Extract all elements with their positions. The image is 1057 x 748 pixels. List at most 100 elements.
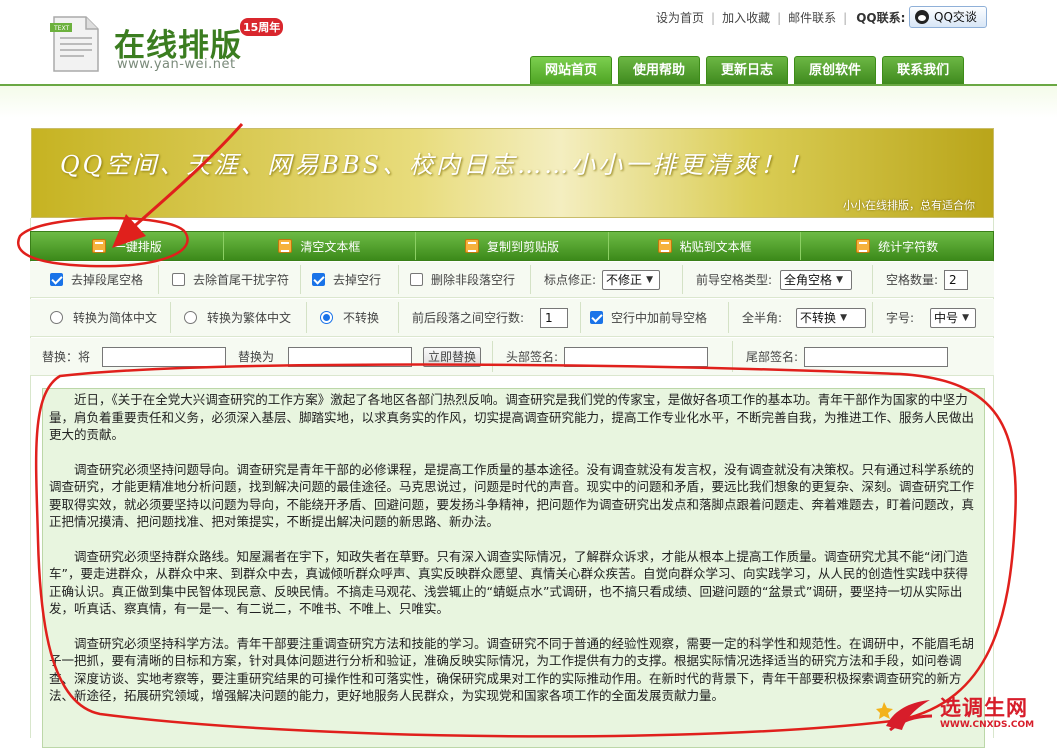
nav-software[interactable]: 原创软件 — [794, 56, 877, 84]
space-count-group: 空格数量: 2 — [886, 262, 969, 297]
watermark-url: WWW.CNXDS.COM — [940, 720, 1035, 730]
width-convert-select[interactable]: 不转换 ▼ — [796, 307, 867, 328]
to-simplified-radio[interactable] — [50, 311, 63, 324]
replace-to-group: 替换为 — [238, 338, 413, 375]
divider — [492, 341, 493, 372]
copy-clipboard-button[interactable]: 复制到剪贴版 — [416, 232, 609, 260]
tail-sign-label: 尾部签名: — [746, 350, 799, 364]
replace-button-wrap: 立即替换 — [423, 338, 482, 375]
divider: | — [777, 11, 782, 25]
trim-head-checkbox[interactable] — [172, 273, 185, 286]
format-icon — [91, 239, 106, 253]
punct-fix-group: 标点修正: 不修正 ▼ — [544, 262, 661, 297]
svg-text:TEXT: TEXT — [53, 25, 69, 32]
set-homepage-link[interactable]: 设为首页 — [656, 11, 704, 25]
no-convert-radio[interactable] — [320, 311, 333, 324]
punct-fix-select[interactable]: 不修正 ▼ — [602, 269, 661, 290]
blank-lines-label: 前后段落之间空行数: — [412, 311, 525, 325]
width-convert-group: 全半角: 不转换 ▼ — [742, 299, 867, 336]
main-nav: 网站首页 使用帮助 更新日志 原创软件 联系我们 — [530, 56, 965, 84]
email-contact-link[interactable]: 邮件联系 — [788, 11, 836, 25]
replace-from-input[interactable] — [102, 346, 227, 367]
replace-to-label: 替换为 — [238, 350, 275, 364]
trim-tail-checkbox[interactable] — [50, 273, 63, 286]
replace-now-button[interactable]: 立即替换 — [423, 346, 482, 367]
clear-textbox-button[interactable]: 清空文本框 — [224, 232, 417, 260]
top-links: 设为首页 | 加入收藏 | 邮件联系 | QQ联系: — [656, 9, 905, 26]
font-size-group: 字号: 中号 ▼ — [886, 299, 977, 336]
divider — [158, 265, 159, 294]
divider — [580, 302, 581, 333]
toolbar-label: 统计字符数 — [878, 239, 939, 254]
divider — [872, 302, 873, 333]
lead-in-blank-option[interactable]: 空行中加前导空格 — [590, 299, 707, 336]
document-logo-icon: TEXT — [50, 16, 99, 72]
add-favorite-link[interactable]: 加入收藏 — [722, 11, 770, 25]
delete-nonpara-blank-option[interactable]: 删除非段落空行 — [410, 262, 515, 297]
lead-in-blank-checkbox[interactable] — [590, 311, 603, 324]
trim-tail-label: 去掉段尾空格 — [71, 273, 144, 287]
divider — [732, 341, 733, 372]
banner-subtitle: 小小在线排版，总有适合你 — [843, 199, 975, 212]
no-convert-option[interactable]: 不转换 — [320, 299, 379, 336]
remove-blank-option[interactable]: 去掉空行 — [312, 262, 381, 297]
watermark: 选调生网 WWW.CNXDS.COM — [876, 690, 1056, 738]
to-simplified-option[interactable]: 转换为简体中文 — [50, 299, 157, 336]
replace-to-input[interactable] — [288, 346, 413, 367]
editor-paragraph: 调查研究必须坚持问题导向。调查研究是青年干部的必修课程，是提高工作质量的基本途径… — [49, 461, 975, 530]
tail-sign-group: 尾部签名: — [746, 338, 949, 375]
lead-space-type-value: 全角空格 — [784, 273, 833, 287]
nav-changelog[interactable]: 更新日志 — [706, 56, 789, 84]
head-sign-input[interactable] — [564, 346, 709, 367]
count-chars-button[interactable]: 统计字符数 — [801, 232, 993, 260]
to-simplified-label: 转换为简体中文 — [73, 311, 158, 325]
copy-icon — [464, 239, 479, 253]
banner-headline: QQ空间、天涯、网易BBS、校内日志……小小一排更清爽！！ — [60, 151, 815, 179]
paste-icon — [657, 239, 672, 253]
width-convert-label: 全半角: — [742, 311, 783, 325]
divider — [300, 265, 301, 294]
space-count-input[interactable]: 2 — [944, 269, 969, 290]
options-row-3: 替换：将 替换为 立即替换 头部签名: 尾部签名: — [30, 338, 994, 376]
lead-space-type-select[interactable]: 全角空格 ▼ — [780, 269, 853, 290]
nav-contact[interactable]: 联系我们 — [882, 56, 965, 84]
replace-from-label: 替换：将 — [42, 350, 91, 364]
delete-nonpara-blank-checkbox[interactable] — [410, 273, 423, 286]
blank-lines-group: 前后段落之间空行数: 1 — [412, 299, 569, 336]
action-toolbar: 一键排版 清空文本框 复制到剪贴版 粘贴到文本框 统计字符数 — [30, 231, 994, 261]
font-size-select[interactable]: 中号 ▼ — [930, 307, 977, 328]
header-band — [0, 84, 1057, 118]
font-size-value: 中号 — [934, 311, 959, 325]
toolbar-label: 粘贴到文本框 — [679, 239, 752, 254]
divider: | — [711, 11, 716, 25]
watermark-logo-icon — [876, 700, 933, 732]
trim-head-option[interactable]: 去除首尾干扰字符 — [172, 262, 289, 297]
divider: | — [843, 11, 848, 25]
divider — [872, 265, 873, 294]
qq-chat-button[interactable]: QQ交谈 — [909, 6, 987, 28]
tail-sign-input[interactable] — [804, 346, 949, 367]
one-click-format-button[interactable]: 一键排版 — [31, 232, 224, 260]
head-sign-label: 头部签名: — [506, 350, 559, 364]
nav-help[interactable]: 使用帮助 — [618, 56, 701, 84]
chevron-down-icon: ▼ — [646, 274, 653, 285]
replace-from-group: 替换：将 — [42, 338, 227, 375]
remove-blank-checkbox[interactable] — [312, 273, 325, 286]
paste-textbox-button[interactable]: 粘贴到文本框 — [609, 232, 802, 260]
text-editor[interactable]: 近日，《关于在全党大兴调查研究的工作方案》激起了各地区各部门热烈反响。调查研究是… — [42, 388, 985, 748]
divider — [530, 265, 531, 294]
chevron-down-icon: ▼ — [840, 312, 847, 323]
options-row-1: 去掉段尾空格 去除首尾干扰字符 去掉空行 删除非段落空行 标点修正: 不修正 ▼ 前… — [30, 262, 994, 298]
no-convert-label: 不转换 — [343, 311, 380, 325]
blank-lines-input[interactable]: 1 — [540, 307, 569, 328]
to-traditional-radio[interactable] — [184, 311, 197, 324]
editor-paragraph: 调查研究必须坚持群众路线。知屋漏者在宇下，知政失者在草野。只有深入调查实际情况，… — [49, 548, 968, 617]
toolbar-label: 清空文本框 — [300, 239, 361, 254]
trim-tail-option[interactable]: 去掉段尾空格 — [50, 262, 143, 297]
to-traditional-option[interactable]: 转换为繁体中文 — [184, 299, 291, 336]
editor-paragraph: 近日，《关于在全党大兴调查研究的工作方案》激起了各地区各部门热烈反响。调查研究是… — [49, 392, 975, 442]
delete-nonpara-blank-label: 删除非段落空行 — [431, 273, 516, 287]
qq-penguin-icon — [915, 10, 929, 24]
nav-home[interactable]: 网站首页 — [530, 56, 613, 84]
lead-space-type-group: 前导空格类型: 全角空格 ▼ — [696, 262, 853, 297]
